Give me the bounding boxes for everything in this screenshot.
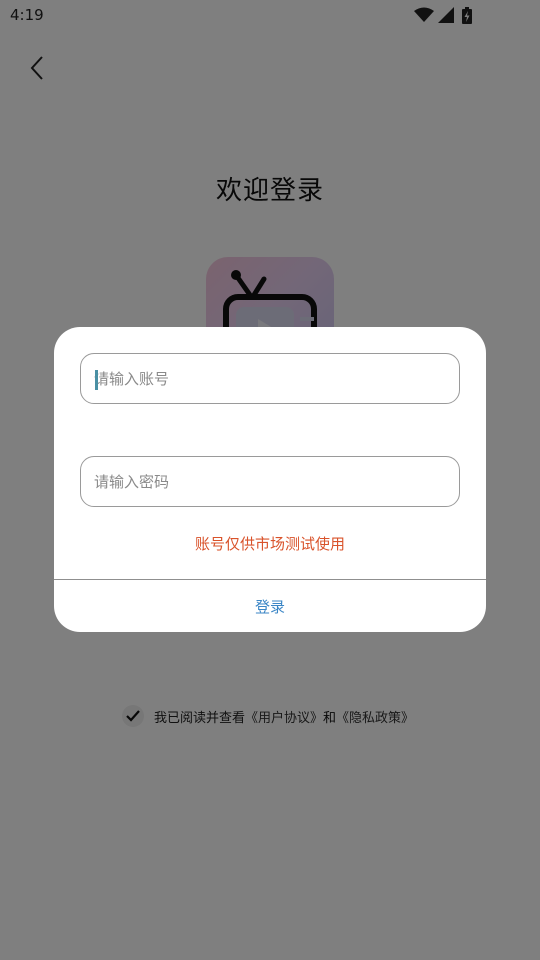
password-field	[80, 456, 460, 507]
login-dialog: 账号仅供市场测试使用 登录	[54, 327, 486, 632]
text-cursor	[95, 370, 98, 390]
account-field	[80, 353, 460, 404]
test-account-notice: 账号仅供市场测试使用	[194, 535, 345, 553]
login-button[interactable]: 登录	[54, 580, 486, 632]
login-screen: 4:19 欢迎登录	[0, 0, 540, 960]
password-input[interactable]	[94, 457, 459, 506]
account-input[interactable]	[94, 354, 459, 403]
